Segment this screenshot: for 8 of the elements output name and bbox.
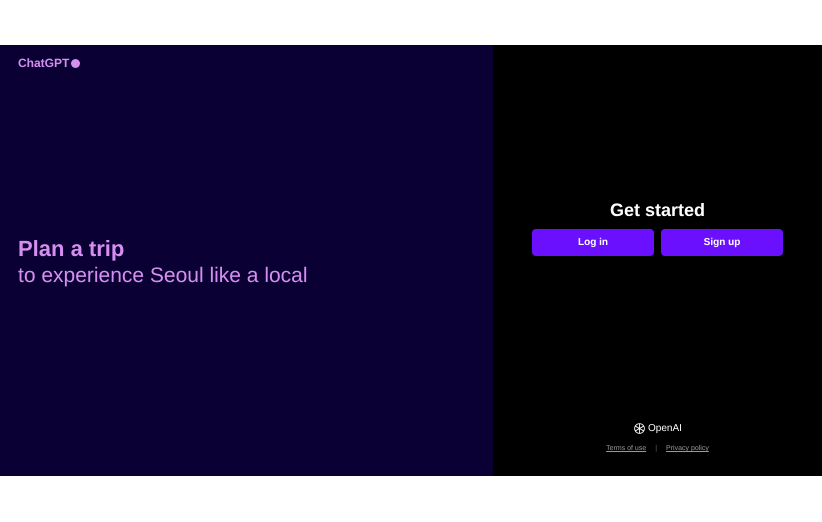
brand-name: ChatGPT: [18, 56, 70, 70]
company-name: OpenAI: [648, 423, 682, 434]
subline: to experience Seoul like a local: [18, 262, 309, 288]
headline: Plan a trip: [18, 234, 126, 262]
login-button[interactable]: Log in: [532, 229, 654, 256]
signup-button[interactable]: Sign up: [661, 229, 783, 256]
dot-icon: [71, 58, 80, 68]
get-started-title: Get started: [610, 199, 706, 221]
